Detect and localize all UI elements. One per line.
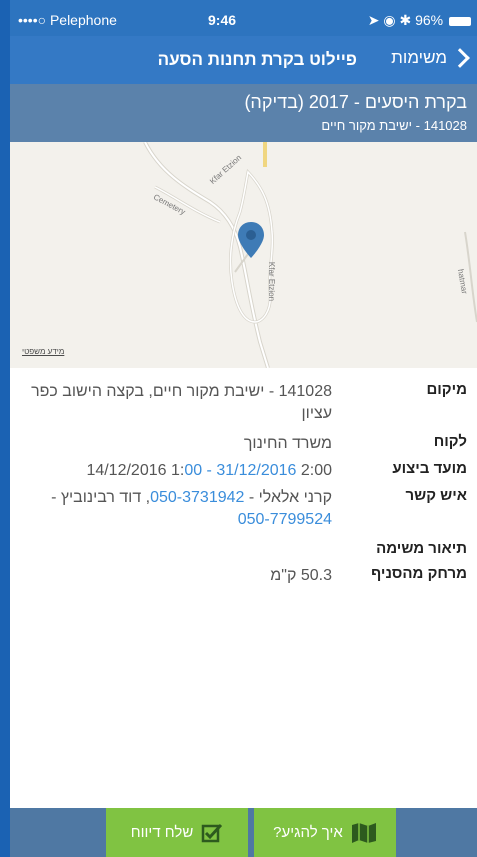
contact-phone-1[interactable]: 050-3731942 <box>150 489 244 506</box>
chevron-back-icon <box>450 48 470 68</box>
map-pin-icon[interactable] <box>236 220 266 260</box>
carrier-name: ••••○ Pelephone <box>18 12 117 28</box>
schedule-end: 2:00 <box>296 462 332 479</box>
checkbox-icon <box>202 823 223 842</box>
desktop-background-left <box>0 0 10 857</box>
status-bar: ••••○ Pelephone 9:46 ➤ ◉ ✱ 96% <box>10 0 477 36</box>
alarm-icon: ◉ <box>383 12 396 28</box>
customer-value: משרד החינוך <box>243 435 332 452</box>
map-view[interactable]: Kfar Etzion Cemetery Kfar Etzion hatmar <box>10 142 477 368</box>
contact-phone-2[interactable]: 050-7799524 <box>238 511 332 528</box>
send-report-button[interactable]: שלח דיווח <box>106 808 248 857</box>
page-title: פיילוט בקרת תחנות הסעה <box>157 50 357 69</box>
map-label-kfar-etzion-road: Kfar Etzion <box>267 261 277 302</box>
detail-description: תיאור משימה <box>10 540 477 562</box>
status-time: 9:46 <box>208 12 237 28</box>
battery-icon <box>449 16 471 26</box>
customer-label: לקוח <box>433 433 467 450</box>
distance-label: מרחק מהסניף <box>371 565 467 582</box>
status-right: ➤ ◉ ✱ 96% <box>368 12 471 29</box>
location-value: 141028 - ישיבת מקור חיים, בקצה הישוב כפר… <box>31 383 332 422</box>
task-subtitle: 141028 - ישיבת מקור חיים <box>321 118 467 133</box>
contact-value: קרני אלאלי - 050-3731942, דוד רבינוביץ -… <box>20 487 332 531</box>
schedule-start: 14/12/2016 1: <box>86 462 185 479</box>
detail-customer: לקוח משרד החינוך <box>10 433 477 457</box>
schedule-link[interactable]: 00 - 31/12/2016 <box>184 462 296 479</box>
navigate-button[interactable]: איך להגיע? <box>254 808 396 857</box>
contact-name-2: , דוד רבינוביץ - <box>51 489 151 506</box>
location-arrow-icon: ➤ <box>367 12 380 28</box>
battery-percent: 96% <box>415 12 444 28</box>
bottom-toolbar: איך להגיע? שלח דיווח <box>10 808 477 857</box>
distance-value: 50.3 ק"מ <box>270 567 332 584</box>
contact-label: איש קשר <box>405 487 467 504</box>
task-title: בקרת היסעים - 2017 (בדיקה) <box>244 92 467 112</box>
phone-screen: ••••○ Pelephone 9:46 ➤ ◉ ✱ 96% משימות פי… <box>10 0 477 857</box>
schedule-value: 14/12/2016 1:00 - 31/12/2016 2:00 <box>20 460 332 482</box>
contact-name-1: קרני אלאלי - <box>244 489 332 506</box>
description-label: תיאור משימה <box>376 540 467 557</box>
location-label: מיקום <box>426 381 467 398</box>
detail-schedule: מועד ביצוע 14/12/2016 1:00 - 31/12/2016 … <box>10 460 477 484</box>
detail-location: מיקום 141028 - ישיבת מקור חיים, בקצה היש… <box>10 381 477 429</box>
schedule-label: מועד ביצוע <box>392 460 467 477</box>
map-icon <box>351 822 376 843</box>
back-label: משימות <box>391 48 447 67</box>
send-report-label: שלח דיווח <box>130 824 194 841</box>
bluetooth-icon: ✱ <box>399 12 412 28</box>
legal-info-link[interactable]: מידע משפטי <box>22 347 64 356</box>
task-header: בקרת היסעים - 2017 (בדיקה) 141028 - ישיב… <box>10 84 477 142</box>
back-button[interactable]: משימות <box>391 48 470 68</box>
detail-distance: מרחק מהסניף 50.3 ק"מ <box>10 565 477 589</box>
detail-contact: איש קשר קרני אלאלי - 050-3731942, דוד רב… <box>10 487 477 535</box>
navigate-label: איך להגיע? <box>273 824 343 841</box>
navigation-bar: משימות פיילוט בקרת תחנות הסעה <box>10 36 477 84</box>
